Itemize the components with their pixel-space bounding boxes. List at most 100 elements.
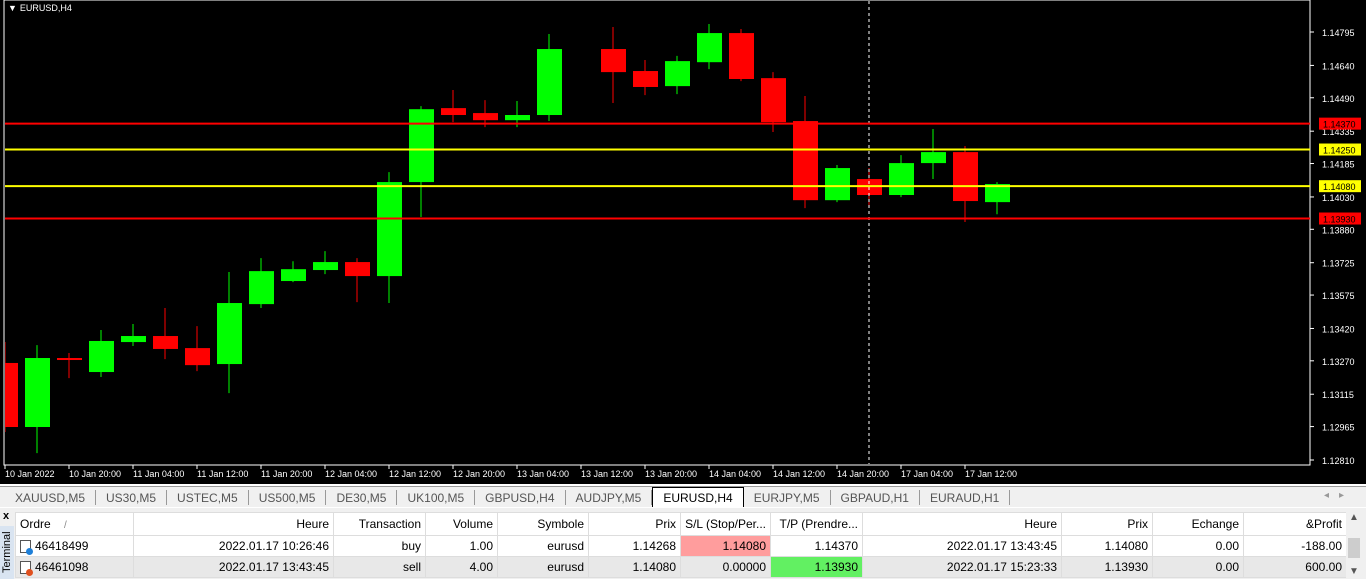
x-tick-label: 13 Jan 04:00 bbox=[517, 469, 569, 479]
bull-candle-body bbox=[825, 168, 850, 201]
cell-prix: 1.14268 bbox=[588, 535, 681, 557]
column-header[interactable]: Ordre / bbox=[15, 512, 134, 536]
bear-candle-body bbox=[633, 71, 658, 87]
table-row[interactable]: 46418499 2022.01.17 10:26:46 buy 1.00 eurusd… bbox=[15, 535, 1347, 557]
bear-candle-body bbox=[601, 49, 626, 73]
bull-candle-body bbox=[889, 163, 914, 196]
tab-xauusd-m5[interactable]: XAUUSD,M5 bbox=[5, 490, 97, 505]
order-id: 46461098 bbox=[35, 559, 89, 574]
scroll-thumb[interactable] bbox=[1348, 538, 1360, 558]
column-header[interactable]: Prix bbox=[1061, 512, 1153, 536]
price-level-label: 1.14080 bbox=[1323, 182, 1356, 192]
cell-echange: 0.00 bbox=[1152, 535, 1244, 557]
x-tick-label: 10 Jan 2022 bbox=[5, 469, 55, 479]
cell-tp: 1.14370 bbox=[770, 535, 863, 557]
tab-us500-m5[interactable]: US500,M5 bbox=[249, 490, 327, 505]
bear-candle-body bbox=[729, 33, 754, 80]
tab-uk100-m5[interactable]: UK100,M5 bbox=[397, 490, 476, 505]
column-header[interactable]: Transaction bbox=[333, 512, 426, 536]
scroll-down-icon[interactable]: ▼ bbox=[1346, 566, 1362, 577]
cell-transaction: sell bbox=[333, 556, 426, 578]
cell-symbole: eurusd bbox=[497, 556, 589, 578]
cell-heure2: 2022.01.17 13:43:45 bbox=[862, 535, 1062, 557]
tab-eurusd-h4[interactable]: EURUSD,H4 bbox=[652, 487, 744, 507]
column-header[interactable]: Symbole bbox=[497, 512, 589, 536]
cell-profit: 600.00 bbox=[1243, 556, 1347, 578]
column-header[interactable]: Prix bbox=[588, 512, 681, 536]
bull-candle-body bbox=[697, 33, 722, 63]
x-tick-label: 10 Jan 20:00 bbox=[69, 469, 121, 479]
bear-candle-body bbox=[5, 362, 18, 428]
column-header[interactable]: S/L (Stop/Per... bbox=[680, 512, 771, 536]
tab-euraud-h1[interactable]: EURAUD,H1 bbox=[920, 490, 1011, 505]
cell-sl: 0.00000 bbox=[680, 556, 771, 578]
column-header[interactable]: &Profit bbox=[1243, 512, 1347, 536]
cell-transaction: buy bbox=[333, 535, 426, 557]
chart-menu-triangle-icon[interactable]: ▼ bbox=[8, 3, 17, 13]
x-tick-label: 11 Jan 12:00 bbox=[197, 469, 248, 479]
column-header[interactable]: Volume bbox=[425, 512, 498, 536]
vertical-scrollbar[interactable]: ▲ ▼ bbox=[1346, 512, 1362, 579]
x-tick-label: 14 Jan 12:00 bbox=[773, 469, 825, 479]
bear-candle-body bbox=[345, 262, 370, 277]
cell-tp: 1.13930 bbox=[770, 556, 863, 578]
x-tick-label: 12 Jan 12:00 bbox=[389, 469, 441, 479]
column-header[interactable]: Echange bbox=[1152, 512, 1244, 536]
y-tick-label: 1.12810 bbox=[1322, 456, 1355, 466]
close-icon[interactable]: x bbox=[3, 510, 9, 522]
column-header[interactable]: Heure bbox=[862, 512, 1062, 536]
x-tick-label: 11 Jan 04:00 bbox=[133, 469, 184, 479]
y-tick-label: 1.14030 bbox=[1322, 193, 1355, 203]
bull-candle-body bbox=[377, 182, 402, 277]
tab-gbpusd-h4[interactable]: GBPUSD,H4 bbox=[475, 490, 566, 505]
tab-gbpaud-h1[interactable]: GBPAUD,H1 bbox=[831, 490, 920, 505]
scroll-up-icon[interactable]: ▲ bbox=[1346, 512, 1362, 523]
cell-volume: 1.00 bbox=[425, 535, 498, 557]
tab-ustec-m5[interactable]: USTEC,M5 bbox=[167, 490, 249, 505]
cell-sl: 1.14080 bbox=[680, 535, 771, 557]
bull-candle-body bbox=[249, 271, 274, 305]
column-header[interactable]: T/P (Prendre... bbox=[770, 512, 863, 536]
tab-de30-m5[interactable]: DE30,M5 bbox=[326, 490, 398, 505]
x-tick-label: 11 Jan 20:00 bbox=[261, 469, 312, 479]
price-level-label: 1.14250 bbox=[1323, 146, 1356, 156]
bear-candle-body bbox=[153, 336, 178, 349]
cell-prix2: 1.14080 bbox=[1061, 535, 1153, 557]
table-row[interactable]: 46461098 2022.01.17 13:43:45 sell 4.00 eurus… bbox=[15, 556, 1347, 578]
tab-scroll-arrows-icon[interactable]: ◂▸ bbox=[1324, 490, 1354, 501]
tab-eurjpy-m5[interactable]: EURJPY,M5 bbox=[744, 490, 831, 505]
price-chart[interactable]: 1.14795 1.14640 1.14490 1.14335 1.14185 1.140… bbox=[0, 0, 1366, 484]
bull-candle-body bbox=[409, 109, 434, 183]
bull-candle-body bbox=[505, 115, 530, 121]
y-tick-label: 1.13725 bbox=[1322, 259, 1355, 269]
bull-candle-body bbox=[25, 358, 50, 428]
bull-candle-body bbox=[217, 303, 242, 365]
bear-candle-body bbox=[441, 108, 466, 116]
y-tick-label: 1.12965 bbox=[1322, 423, 1355, 433]
y-tick-label: 1.14795 bbox=[1322, 28, 1355, 38]
cell-ordre: 46418499 bbox=[15, 535, 134, 557]
bear-candle-body bbox=[185, 348, 210, 366]
tab-audjpy-m5[interactable]: AUDJPY,M5 bbox=[566, 490, 653, 505]
trade-history-table: Ordre / Heure Transaction Volume Symbole Prix… bbox=[15, 512, 1347, 578]
cell-heure2: 2022.01.17 15:23:33 bbox=[862, 556, 1062, 578]
cell-prix: 1.14080 bbox=[588, 556, 681, 578]
tab-us30-m5[interactable]: US30,M5 bbox=[96, 490, 168, 505]
cell-heure: 2022.01.17 10:26:46 bbox=[133, 535, 334, 557]
chart-symbol-label: EURUSD,H4 bbox=[19, 3, 72, 13]
bull-candle-body bbox=[537, 49, 562, 116]
column-header[interactable]: Heure bbox=[133, 512, 334, 536]
y-tick-label: 1.14185 bbox=[1322, 160, 1355, 170]
x-tick-label: 13 Jan 20:00 bbox=[645, 469, 697, 479]
cell-symbole: eurusd bbox=[497, 535, 589, 557]
bull-candle-body bbox=[921, 152, 946, 164]
terminal-panel: x Terminal Ordre / Heure Transaction Volume… bbox=[0, 508, 1366, 579]
candlestick-chart[interactable]: 1.147951.146401.144901.143351.141851.140… bbox=[0, 0, 1366, 484]
bear-candle-body bbox=[57, 358, 82, 361]
price-level-label: 1.14370 bbox=[1323, 120, 1356, 130]
cell-ordre: 46461098 bbox=[15, 556, 134, 578]
bear-candle-body bbox=[793, 121, 818, 201]
cell-volume: 4.00 bbox=[425, 556, 498, 578]
cell-prix2: 1.13930 bbox=[1061, 556, 1153, 578]
y-tick-label: 1.13880 bbox=[1322, 225, 1355, 235]
